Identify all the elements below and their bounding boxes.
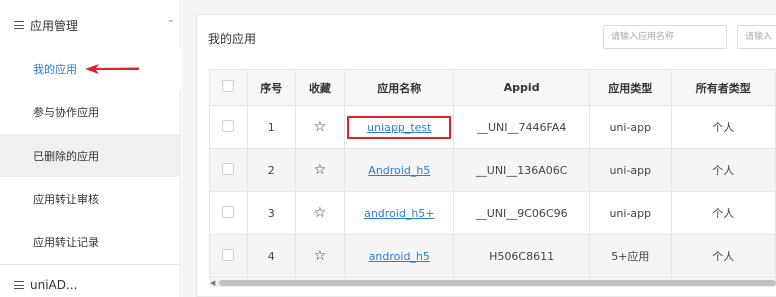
scroll-left-icon[interactable]: ◀ <box>210 279 215 287</box>
sidebar-item-transfer-review[interactable]: 应用转让审核 <box>0 177 181 220</box>
star-icon[interactable]: ☆ <box>314 205 327 221</box>
row-index: 3 <box>246 191 296 235</box>
sidebar-item-collab-apps[interactable]: 参与协作应用 <box>0 90 181 133</box>
column-header-owner-type: 所有者类型 <box>670 69 776 106</box>
column-header-favorite: 收藏 <box>294 69 346 106</box>
sidebar-item-transfer-records[interactable]: 应用转让记录 <box>0 220 181 263</box>
star-icon[interactable]: ☆ <box>314 119 327 135</box>
sidebar-item-label: 我的应用 <box>33 62 77 76</box>
row-app-type: uni-app <box>588 105 672 149</box>
select-all-checkbox[interactable] <box>222 80 235 92</box>
sidebar-item-label: 应用转让记录 <box>33 235 99 249</box>
app-name-link[interactable]: android_h5+ <box>364 207 434 220</box>
search-app-name-input[interactable] <box>603 25 727 49</box>
row-owner-type: 个人 <box>670 148 776 192</box>
row-app-type: 5+应用 <box>588 234 672 278</box>
row-index: 1 <box>246 105 296 149</box>
horizontal-scrollbar[interactable]: ◀ <box>209 279 776 287</box>
menu-list-icon <box>14 281 24 289</box>
row-appid: H506C8611 <box>453 234 590 278</box>
row-app-type: uni-app <box>588 148 672 192</box>
row-app-type: uni-app <box>588 191 672 235</box>
row-appid: __UNI__7446FA4 <box>453 105 590 149</box>
select-all-cell[interactable] <box>209 69 248 106</box>
column-header-index: 序号 <box>246 69 296 106</box>
table-header-row: 序号 收藏 应用名称 Appid 应用类型 所有者类型 <box>209 69 776 106</box>
row-owner-type: 个人 <box>670 234 776 278</box>
row-checkbox[interactable] <box>222 248 235 261</box>
sidebar-item-label: 已删除的应用 <box>33 149 99 163</box>
sidebar-item-label: 应用转让审核 <box>33 192 99 206</box>
sidebar: 应用管理 ⌃ 我的应用 参与协作应用 已删除的应用 应用转让审核 应用转让记录 … <box>0 0 181 297</box>
annotation-arrow-icon <box>85 64 139 74</box>
table-row: 4 ☆ android_h5 H506C8611 5+应用 个人 <box>209 234 776 278</box>
table-row: 2 ☆ Android_h5 __UNI__136A06C uni-app 个人 <box>209 148 776 192</box>
column-header-appid: Appid <box>453 69 590 106</box>
sidebar-group-uniad[interactable]: uniAD... <box>0 263 181 297</box>
scrollbar-thumb[interactable] <box>219 280 776 286</box>
sidebar-group-app-management[interactable]: 应用管理 ⌃ <box>0 3 181 47</box>
row-index: 4 <box>246 234 296 278</box>
row-checkbox[interactable] <box>222 205 235 218</box>
sidebar-group-label: uniAD... <box>30 278 78 292</box>
star-icon[interactable]: ☆ <box>314 162 327 178</box>
star-icon[interactable]: ☆ <box>314 248 327 264</box>
sidebar-item-label: 参与协作应用 <box>33 105 99 119</box>
column-header-app-type: 应用类型 <box>588 69 672 106</box>
sidebar-item-deleted-apps[interactable]: 已删除的应用 <box>0 134 181 177</box>
menu-list-icon <box>14 21 24 29</box>
app-name-link[interactable]: Android_h5 <box>368 164 430 177</box>
sidebar-group-label: 应用管理 <box>30 18 79 33</box>
search-secondary-input[interactable] <box>737 25 776 49</box>
column-header-app-name: 应用名称 <box>344 69 455 106</box>
chevron-up-icon[interactable]: ⌃ <box>167 19 175 30</box>
table-row: 3 ☆ android_h5+ __UNI__9C06C96 uni-app 个… <box>209 191 776 235</box>
row-checkbox[interactable] <box>222 119 235 132</box>
app-name-link[interactable]: uniapp_test <box>367 121 431 134</box>
row-owner-type: 个人 <box>670 191 776 235</box>
app-name-link[interactable]: android_h5 <box>369 250 430 263</box>
page-title: 我的应用 <box>208 32 257 46</box>
row-owner-type: 个人 <box>670 105 776 149</box>
annotation-highlight-box: uniapp_test <box>347 115 452 139</box>
app-table: 序号 收藏 应用名称 Appid 应用类型 所有者类型 1 ☆ uniapp_t… <box>209 69 776 278</box>
row-checkbox[interactable] <box>222 162 235 175</box>
row-index: 2 <box>246 148 296 192</box>
row-appid: __UNI__9C06C96 <box>453 191 590 235</box>
row-appid: __UNI__136A06C <box>453 148 590 192</box>
table-row: 1 ☆ uniapp_test __UNI__7446FA4 uni-app 个… <box>209 105 776 149</box>
